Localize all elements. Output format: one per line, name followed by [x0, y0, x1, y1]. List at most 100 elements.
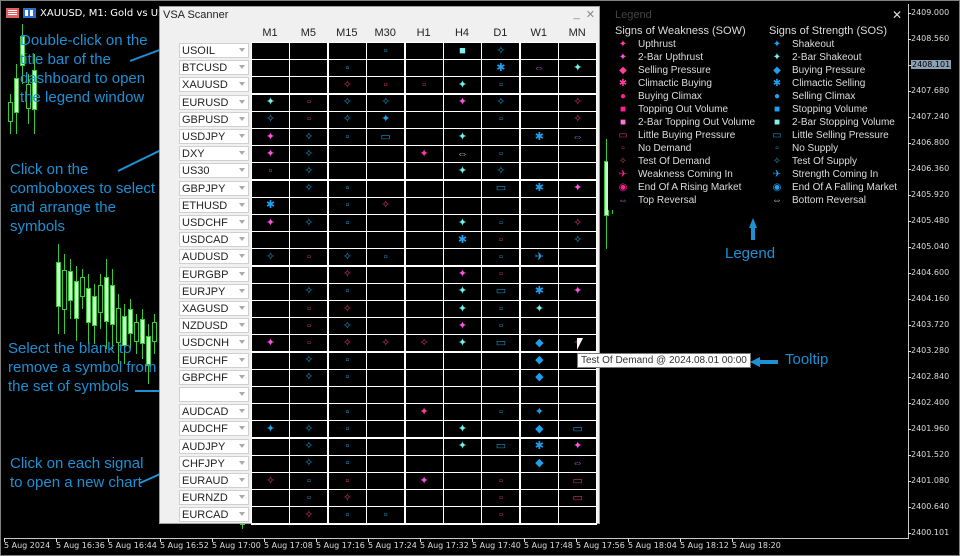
signal-icon-ns[interactable]: ▫	[345, 200, 349, 211]
signal-cell[interactable]: ✦	[444, 318, 481, 335]
signal-icon-lsp[interactable]: ▭	[496, 183, 506, 194]
signal-icon-td[interactable]: ✧	[343, 303, 352, 315]
signal-cell[interactable]: ✧	[252, 249, 289, 266]
signal-icon-cs[interactable]: ✱	[535, 441, 544, 452]
signal-cell[interactable]	[444, 180, 481, 197]
signal-cell[interactable]	[328, 163, 366, 180]
signal-cell[interactable]: ✧	[290, 129, 328, 145]
signal-cell[interactable]: ▫	[328, 180, 366, 197]
signal-cell[interactable]	[367, 490, 405, 507]
signal-icon-ts[interactable]: ✧	[304, 286, 313, 297]
signal-cell[interactable]	[520, 266, 558, 283]
signal-cell[interactable]	[559, 77, 597, 94]
signal-icon-so[interactable]: ✦	[535, 406, 544, 418]
signal-icon-ut2[interactable]: ✦	[573, 441, 582, 452]
signal-icon-td[interactable]: ✧	[343, 492, 352, 504]
signal-icon-ts[interactable]: ✧	[304, 217, 313, 229]
signal-icon-ns[interactable]: ▫	[345, 286, 349, 297]
signal-icon-ss2[interactable]: ✦	[458, 217, 467, 229]
signal-cell[interactable]	[290, 387, 328, 403]
signal-cell[interactable]: ▫	[482, 232, 520, 249]
signal-cell[interactable]: ✧	[328, 77, 366, 94]
signal-cell[interactable]	[520, 232, 558, 249]
signal-cell[interactable]	[405, 301, 443, 317]
signal-icon-ns[interactable]: ▫	[345, 183, 349, 194]
signal-cell[interactable]	[444, 387, 481, 403]
signal-cell[interactable]: ▭	[482, 335, 520, 352]
signal-icon-td[interactable]: ✧	[381, 200, 390, 211]
signal-icon-ts[interactable]: ✧	[343, 114, 352, 125]
signal-icon-td[interactable]: ✧	[304, 509, 313, 521]
signal-cell[interactable]	[559, 369, 597, 386]
signal-cell[interactable]: ✧	[482, 43, 520, 59]
signal-cell[interactable]: ✦	[444, 94, 481, 111]
signal-cell[interactable]: ▫	[367, 43, 405, 59]
signal-cell[interactable]	[520, 146, 558, 163]
signal-icon-ns[interactable]: ▫	[499, 406, 503, 418]
signal-cell[interactable]: ✧	[252, 111, 289, 128]
signal-icon-ns[interactable]: ▫	[345, 458, 349, 469]
signal-cell[interactable]	[252, 352, 289, 369]
signal-cell[interactable]: ▫	[328, 197, 366, 214]
signal-cell[interactable]: ✦	[520, 301, 558, 317]
signal-cell[interactable]	[559, 43, 597, 59]
signal-icon-bp[interactable]: ◆	[535, 458, 543, 469]
signal-cell[interactable]	[520, 507, 558, 524]
signal-cell[interactable]: ✧	[482, 94, 520, 111]
signal-cell[interactable]	[520, 111, 558, 128]
symbol-combobox[interactable]: AUDCHF	[179, 421, 249, 437]
symbol-combobox[interactable]: BTCUSD	[179, 60, 249, 76]
signal-cell[interactable]: ▫	[482, 318, 520, 335]
signal-cell[interactable]: ✧	[290, 455, 328, 472]
signal-cell[interactable]	[290, 197, 328, 214]
signal-icon-ts[interactable]: ✧	[343, 97, 352, 108]
signal-cell[interactable]	[482, 369, 520, 386]
signal-cell[interactable]: ✧	[290, 421, 328, 438]
signal-cell[interactable]	[405, 43, 443, 59]
signal-cell[interactable]	[367, 318, 405, 335]
signal-cell[interactable]	[367, 232, 405, 249]
signal-cell[interactable]	[367, 215, 405, 231]
signal-cell[interactable]: ▫	[328, 352, 366, 369]
signal-cell[interactable]	[405, 215, 443, 231]
signal-cell[interactable]	[290, 60, 328, 77]
signal-icon-ss2[interactable]: ✦	[535, 303, 544, 315]
signal-cell[interactable]: ▫	[290, 318, 328, 335]
signal-icon-td[interactable]: ✧	[573, 217, 582, 229]
signal-cell[interactable]: ✱	[482, 60, 520, 77]
signal-icon-ut2[interactable]: ✦	[458, 320, 467, 332]
signal-cell[interactable]: ✦	[559, 283, 597, 300]
signal-cell[interactable]	[252, 283, 289, 300]
signal-icon-bp[interactable]: ◆	[535, 337, 543, 349]
signal-icon-nd[interactable]: ▫	[269, 165, 273, 177]
signal-cell[interactable]: ▫	[482, 507, 520, 524]
symbol-combobox[interactable]: USDCHF	[179, 215, 249, 230]
signal-cell[interactable]	[290, 404, 328, 421]
signal-cell[interactable]	[405, 369, 443, 386]
signal-icon-ss2[interactable]: ✦	[458, 303, 467, 315]
signal-cell[interactable]: ✧	[328, 249, 366, 266]
signal-cell[interactable]: ▭	[559, 473, 597, 489]
signal-cell[interactable]	[559, 163, 597, 180]
signal-cell[interactable]	[367, 404, 405, 421]
signal-cell[interactable]: ✧	[559, 215, 597, 231]
signal-icon-ut2[interactable]: ✦	[266, 148, 275, 160]
signal-cell[interactable]: ▫	[482, 301, 520, 317]
signal-cell[interactable]: ◆	[520, 335, 558, 352]
signal-cell[interactable]	[328, 43, 366, 59]
symbol-combobox[interactable]: XAUUSD	[179, 77, 249, 93]
symbol-combobox[interactable]: EURUSD	[179, 94, 249, 110]
signal-cell[interactable]: ⇔	[559, 455, 597, 472]
signal-cell[interactable]	[444, 60, 481, 77]
symbol-combobox[interactable]: XAGUSD	[179, 301, 249, 316]
signal-cell[interactable]: ◆	[520, 455, 558, 472]
signal-cell[interactable]	[405, 249, 443, 266]
symbol-combobox[interactable]: US30	[179, 163, 249, 179]
signal-cell[interactable]	[559, 507, 597, 524]
signal-cell[interactable]: ✦	[559, 60, 597, 77]
signal-icon-br[interactable]: ⇔	[457, 148, 468, 160]
signal-cell[interactable]: ✦	[252, 94, 289, 111]
signal-cell[interactable]	[482, 387, 520, 403]
signal-cell[interactable]: ✱	[444, 232, 481, 249]
signal-icon-nd[interactable]: ▫	[307, 251, 311, 263]
